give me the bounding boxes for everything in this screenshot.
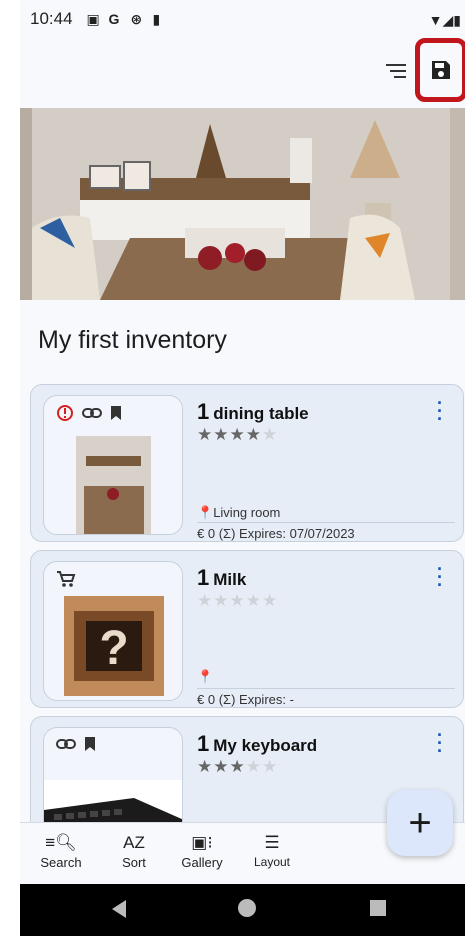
sd-card-icon: ▮ [152,11,161,27]
item-quantity: 1 [197,565,210,590]
item-quantity-name: 1 My keyboard [197,731,317,757]
menu-line-icon [394,76,406,78]
gallery-tab[interactable]: ▣⁝ Gallery [176,831,228,870]
item-thumbnail[interactable]: ? [43,561,183,701]
star-icon: ★ [262,757,279,776]
bookmark-icon [85,737,95,751]
star-icon: ★ [245,425,262,444]
home-icon[interactable] [238,899,256,917]
link-icon [82,408,102,418]
sort-label: Sort [122,855,146,870]
star-icon: ★ [262,425,279,444]
item-rating: ★★★★★ [197,591,278,611]
sync-icon: ⊛ [130,11,143,27]
gallery-icon: ▣⁝ [191,833,213,852]
more-options-button[interactable]: · · · [437,726,443,760]
menu-line-icon [386,64,406,66]
layout-label: Layout [253,855,291,869]
item-name: My keyboard [213,736,318,755]
search-icon: ≡🔍︎ [45,833,77,852]
sort-az-icon: AZ [123,833,145,852]
star-icon: ★ [197,591,214,610]
status-bar: 10:44 ▣ G ⊛ ▮ ▼◢▮ [20,0,465,38]
item-location: 📍 [197,669,213,685]
item-name: dining table [213,404,309,423]
gallery-label: Gallery [181,855,223,870]
item-location: 📍Living room [197,505,280,521]
item-expiry: Expires: - [239,692,294,707]
signal-battery-icon: ▼◢▮ [428,12,461,28]
search-label: Search [40,855,82,870]
item-quantity: 1 [197,731,210,756]
location-label: Living room [213,505,281,520]
layout-tab[interactable]: ☰ Layout [248,831,296,869]
sort-tab[interactable]: AZ Sort [110,831,158,870]
link-icon [56,739,76,749]
item-expiry: Expires: 07/07/2023 [239,526,355,541]
dining-room-photo [20,108,465,300]
item-rating: ★★★★★ [197,425,278,445]
list-layout-icon: ☰ [264,833,280,852]
item-thumbnail[interactable] [43,395,183,535]
star-icon: ★ [213,591,230,610]
item-photo: ? [64,596,164,696]
star-icon: ★ [229,591,246,610]
recent-apps-icon[interactable] [370,900,386,916]
star-icon: ★ [197,757,214,776]
sum-symbol: (Σ) [218,526,236,541]
star-icon: ★ [229,425,246,444]
filter-menu-button[interactable] [380,60,406,86]
back-icon[interactable] [112,900,126,918]
item-quantity-name: 1 Milk [197,565,246,591]
save-button[interactable] [415,38,465,102]
shopping-cart-icon [57,571,76,587]
location-pin-icon: 📍 [197,505,214,520]
inventory-cover-image [20,108,465,300]
star-icon: ★ [197,425,214,444]
star-icon: ★ [213,757,230,776]
app-screen: 10:44 ▣ G ⊛ ▮ ▼◢▮ My first inventory 1 d… [20,0,465,936]
star-icon: ★ [245,757,262,776]
g-icon: G [108,11,120,27]
status-time: 10:44 [30,9,73,28]
item-price: € 0 [197,692,216,707]
system-navigation-bar [20,884,465,936]
star-icon: ★ [262,591,279,610]
item-quantity: 1 [197,399,210,424]
bookmark-icon [111,406,121,420]
inventory-item-card[interactable]: 1 dining table ★★★★★ · · · 📍Living room € 0… [30,384,464,542]
page-title: My first inventory [38,326,227,354]
image-icon: ▣ [86,11,100,27]
menu-line-icon [390,70,406,72]
sum-symbol: (Σ) [218,692,236,707]
item-rating: ★★★★★ [197,757,278,777]
item-name: Milk [213,570,247,589]
save-icon [432,61,450,79]
add-item-button[interactable]: + [387,790,453,856]
location-pin-icon: 📍 [197,669,214,684]
item-meta: € 0 (Σ) Expires: - [197,688,455,707]
item-quantity-name: 1 dining table [197,399,309,425]
svg-text:?: ? [99,622,128,675]
star-icon: ★ [229,757,246,776]
more-options-button[interactable]: · · · [437,560,443,594]
item-price: € 0 [197,526,216,541]
item-meta: € 0 (Σ) Expires: 07/07/2023 [197,522,455,541]
search-tab[interactable]: ≡🔍︎ Search [36,831,86,870]
inventory-item-card[interactable]: ? 1 Milk ★★★★★ · · · 📍 € 0 (Σ) Expires: - [30,550,464,708]
star-icon: ★ [245,591,262,610]
app-bar [20,38,465,106]
alert-circle-icon [57,405,73,421]
item-photo [76,436,151,534]
more-options-button[interactable]: · · · [437,394,443,428]
star-icon: ★ [213,425,230,444]
